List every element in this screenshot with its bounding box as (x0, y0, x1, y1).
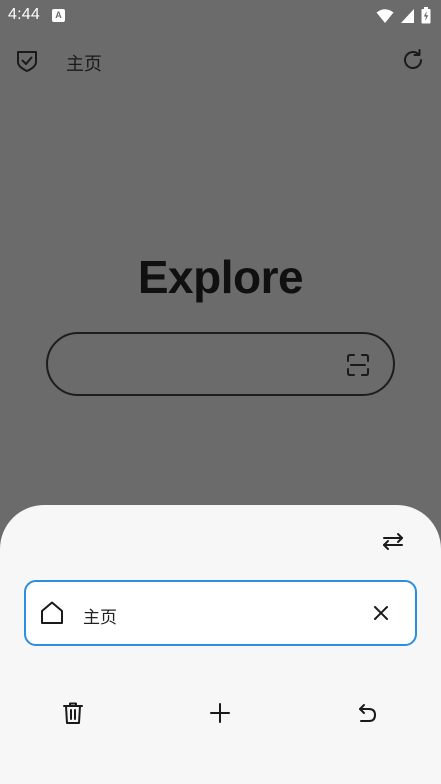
notification-app-letter: A (55, 9, 62, 20)
undo-button[interactable] (351, 697, 383, 729)
status-bar: 4:44 A (0, 0, 441, 30)
sheet-actions (0, 697, 441, 729)
tab-item-label: 主页 (83, 608, 117, 628)
shield-button[interactable] (12, 46, 42, 76)
delete-all-tabs-button[interactable] (57, 697, 89, 729)
home-icon (38, 599, 66, 627)
refresh-icon (400, 47, 426, 73)
close-icon (373, 605, 389, 621)
trash-icon (62, 701, 84, 725)
scan-button[interactable] (345, 352, 371, 378)
swap-icon (381, 531, 405, 551)
battery-charging-icon (421, 7, 431, 24)
scan-icon (346, 353, 370, 377)
top-app-bar: 主页 (0, 40, 441, 84)
close-tab-button[interactable] (369, 601, 393, 625)
tab-item-home[interactable]: 主页 (24, 580, 417, 646)
swap-button[interactable] (379, 527, 407, 555)
new-tab-button[interactable] (204, 697, 236, 729)
shield-check-icon (15, 49, 39, 73)
undo-icon (356, 702, 378, 724)
page-title: 主页 (66, 54, 102, 75)
search-input[interactable] (46, 332, 395, 396)
signal-icon (400, 8, 415, 24)
status-time: 4:44 (8, 6, 40, 23)
refresh-button[interactable] (398, 45, 428, 75)
notification-app-icon: A (51, 8, 65, 22)
tabs-bottom-sheet: 主页 (0, 505, 441, 784)
plus-icon (209, 702, 231, 724)
wifi-icon (376, 8, 394, 24)
explore-heading: Explore (137, 251, 304, 303)
status-icons (376, 7, 431, 24)
